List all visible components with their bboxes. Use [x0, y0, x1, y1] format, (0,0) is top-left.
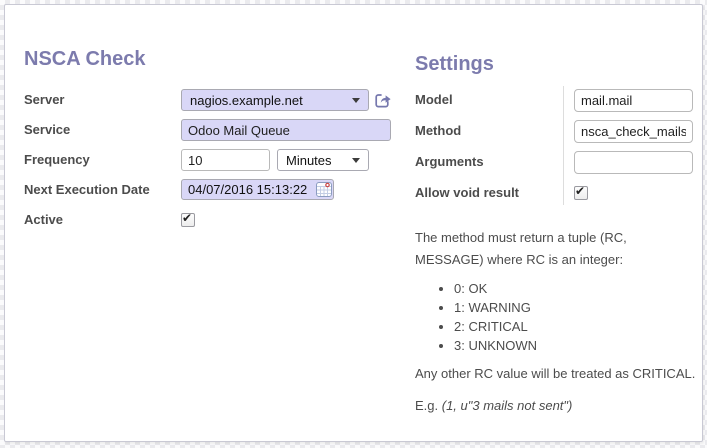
- field-row-allow-void-result: Allow void result ✔: [415, 182, 702, 204]
- service-label: Service: [24, 119, 181, 141]
- active-checkbox[interactable]: ✔: [181, 213, 195, 227]
- field-row-arguments: Arguments: [415, 151, 702, 174]
- external-link-icon[interactable]: [374, 91, 392, 109]
- field-row-next-execution-date: Next Execution Date 04/07/2016 15:13:22: [24, 179, 399, 201]
- field-row-model: Model: [415, 89, 702, 112]
- check-icon: ✔: [182, 211, 192, 225]
- return-code-list: 0: OK 1: WARNING 2: CRITICAL 3: UNKNOWN: [415, 279, 698, 355]
- field-row-service: Service: [24, 119, 399, 141]
- return-code-item: 0: OK: [454, 279, 698, 298]
- active-label: Active: [24, 209, 181, 231]
- frequency-unit-value: Minutes: [286, 153, 346, 168]
- arguments-label: Arguments: [415, 151, 563, 173]
- server-select[interactable]: nagios.example.net: [181, 89, 369, 111]
- method-help-text: The method must return a tuple (RC, MESS…: [415, 227, 698, 417]
- field-row-frequency: Frequency Minutes: [24, 149, 399, 171]
- page-title: NSCA Check: [24, 47, 399, 71]
- example-prefix: E.g.: [415, 398, 442, 413]
- field-row-active: Active ✔: [24, 209, 399, 231]
- check-icon: ✔: [575, 184, 585, 198]
- model-input[interactable]: [574, 89, 693, 112]
- dropdown-arrow-icon: [352, 98, 360, 103]
- return-code-item: 2: CRITICAL: [454, 317, 698, 336]
- frequency-unit-select[interactable]: Minutes: [277, 149, 369, 171]
- next-execution-date-value: 04/07/2016 15:13:22: [188, 182, 307, 197]
- help-note: Any other RC value will be treated as CR…: [415, 363, 698, 385]
- settings-title: Settings: [415, 52, 702, 76]
- method-label: Method: [415, 120, 563, 142]
- form-window: NSCA Check Server nagios.example.net: [4, 4, 703, 442]
- return-code-item: 1: WARNING: [454, 298, 698, 317]
- nsca-check-section: NSCA Check Server nagios.example.net: [24, 47, 399, 239]
- field-row-method: Method: [415, 120, 702, 143]
- calendar-icon[interactable]: [316, 182, 332, 202]
- method-input[interactable]: [574, 120, 693, 143]
- dropdown-arrow-icon: [352, 158, 360, 163]
- frequency-label: Frequency: [24, 149, 181, 171]
- allow-void-result-checkbox[interactable]: ✔: [574, 186, 588, 200]
- service-input[interactable]: [181, 119, 391, 141]
- server-select-value: nagios.example.net: [190, 93, 346, 108]
- frequency-input[interactable]: [181, 149, 270, 171]
- example-value: (1, u"3 mails not sent"): [442, 398, 573, 413]
- next-execution-date-input[interactable]: 04/07/2016 15:13:22: [181, 179, 334, 200]
- allow-void-result-label: Allow void result: [415, 182, 563, 204]
- settings-section: Settings Model Method Arguments: [415, 52, 702, 417]
- model-label: Model: [415, 89, 563, 111]
- arguments-input[interactable]: [574, 151, 693, 174]
- field-row-server: Server nagios.example.net: [24, 89, 399, 111]
- return-code-item: 3: UNKNOWN: [454, 336, 698, 355]
- help-intro: The method must return a tuple (RC, MESS…: [415, 227, 698, 271]
- server-label: Server: [24, 89, 181, 111]
- next-execution-date-label: Next Execution Date: [24, 179, 181, 201]
- help-example: E.g. (1, u"3 mails not sent"): [415, 395, 698, 417]
